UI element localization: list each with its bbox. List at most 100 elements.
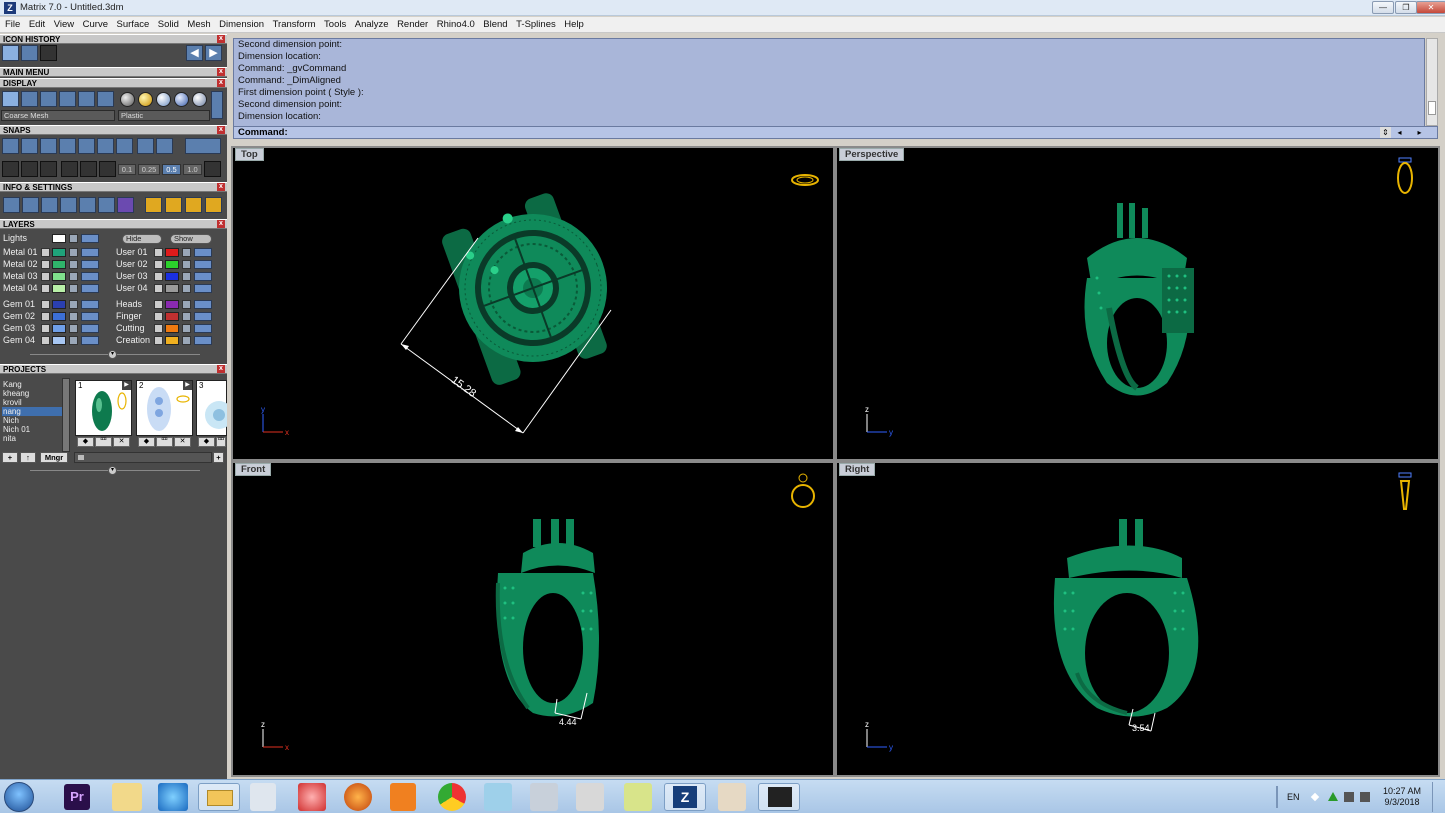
thumb-delete-icon[interactable]: ✕ [113, 437, 130, 447]
snap-tool-d-icon[interactable] [61, 161, 78, 177]
action-center-icon[interactable] [1328, 792, 1338, 801]
settings-wrench-icon[interactable] [22, 197, 39, 213]
lock-icon[interactable] [182, 336, 191, 345]
zoom-in-button[interactable]: + [213, 452, 224, 463]
menu-curve[interactable]: Curve [80, 17, 111, 32]
thumb-edit-icon[interactable]: 罒 [95, 437, 112, 447]
settings-box-icon[interactable] [60, 197, 77, 213]
menu-render[interactable]: Render [394, 17, 431, 32]
language-indicator[interactable]: EN [1287, 792, 1300, 802]
project-list-item[interactable]: Nich 01 [2, 425, 68, 434]
snap-ortho-icon[interactable] [185, 138, 221, 154]
layer-visibility-toggle[interactable] [81, 272, 99, 281]
snap-end-icon[interactable] [40, 138, 57, 154]
snap-step-3[interactable]: 1.0 [183, 164, 202, 175]
menu-mesh[interactable]: Mesh [184, 17, 213, 32]
menu-help[interactable]: Help [561, 17, 587, 32]
display-more-icon[interactable] [211, 91, 223, 119]
matrix-render-icon[interactable] [758, 783, 800, 811]
material-select[interactable]: Plastic [118, 110, 210, 121]
notepad-icon[interactable] [484, 783, 512, 811]
info-tool-2-icon[interactable] [165, 197, 182, 213]
layer-row[interactable]: User 03 [113, 271, 221, 282]
spinner-icon[interactable]: ⇕ [1380, 127, 1391, 138]
orientation-ring-icon[interactable] [1397, 157, 1413, 194]
menu-tsplines[interactable]: T-Splines [513, 17, 559, 32]
layer-visibility-toggle[interactable] [81, 336, 99, 345]
layer-visibility-toggle[interactable] [194, 300, 212, 309]
layer-visibility-toggle[interactable] [81, 312, 99, 321]
thumb-add-icon[interactable]: ◆ [198, 437, 215, 447]
scroll-right-icon[interactable]: ▸ [1414, 127, 1425, 138]
menu-surface[interactable]: Surface [114, 17, 153, 32]
orientation-ring-icon[interactable] [791, 473, 815, 508]
snap-tool-a-icon[interactable] [2, 161, 19, 177]
history-tool-3[interactable] [40, 45, 57, 61]
notes-icon[interactable] [624, 783, 652, 811]
layer-row[interactable]: Gem 04 [0, 335, 108, 346]
material-sphere-3[interactable] [156, 92, 171, 107]
viewport-label[interactable]: Right [839, 463, 876, 476]
project-slider[interactable] [74, 452, 212, 463]
settings-doc-icon[interactable] [79, 197, 96, 213]
icon-history-header[interactable]: ICON HISTORY x [0, 34, 227, 44]
projects-header[interactable]: PROJECTS x [0, 364, 227, 374]
history-forward-icon[interactable]: ▶ [205, 45, 222, 61]
snap-step-2[interactable]: 0.5 [162, 164, 181, 175]
snap-tool-c-icon[interactable] [40, 161, 57, 177]
thumb-add-icon[interactable]: ◆ [77, 437, 94, 447]
lock-icon[interactable] [69, 300, 78, 309]
layer-row[interactable]: Metal 03 [0, 271, 108, 282]
display-shaded-icon[interactable] [40, 91, 57, 107]
manager-button[interactable]: Mngr [40, 452, 68, 463]
layer-visibility-toggle[interactable] [81, 284, 99, 293]
media-player-icon[interactable] [390, 783, 416, 811]
layer-color-swatch[interactable] [52, 324, 66, 333]
layer-color-swatch[interactable] [165, 312, 179, 321]
layer-row[interactable]: Gem 03 [0, 323, 108, 334]
folder-libraries-icon[interactable] [112, 783, 142, 811]
info-tool-4-icon[interactable] [205, 197, 222, 213]
layer-visibility-toggle[interactable] [194, 312, 212, 321]
internet-explorer-icon[interactable] [158, 783, 188, 811]
lock-icon[interactable] [69, 336, 78, 345]
main-menu-header[interactable]: MAIN MENU x [0, 67, 227, 77]
layer-visibility-toggle[interactable] [194, 248, 212, 257]
file-explorer-icon[interactable] [198, 783, 240, 811]
layer-visibility-toggle[interactable] [194, 284, 212, 293]
system-clock[interactable]: 10:27 AM 9/3/2018 [1378, 786, 1426, 808]
snap-near-icon[interactable] [156, 138, 173, 154]
slider-thumb[interactable] [78, 455, 84, 460]
add-project-button[interactable]: + [2, 452, 18, 463]
lock-icon[interactable] [69, 272, 78, 281]
display-grid-icon[interactable] [97, 91, 114, 107]
zbrush-icon[interactable] [576, 783, 604, 811]
layer-color-swatch[interactable] [165, 284, 179, 293]
close-button[interactable]: ✕ [1416, 1, 1445, 14]
close-icon[interactable]: x [217, 365, 225, 373]
move-up-button[interactable]: ↑ [20, 452, 36, 463]
close-icon[interactable]: x [217, 68, 225, 76]
orientation-ring-icon[interactable] [791, 174, 819, 186]
layer-color-swatch[interactable] [52, 248, 66, 257]
viewport-front[interactable]: 4.44 z x Front [231, 461, 835, 777]
layer-visibility-toggle[interactable] [81, 248, 99, 257]
layer-color-swatch[interactable] [165, 336, 179, 345]
history-tool-1[interactable] [2, 45, 19, 61]
orientation-ring-icon[interactable] [1398, 472, 1412, 510]
settings-cube-icon[interactable] [98, 197, 115, 213]
display-env-icon[interactable] [78, 91, 95, 107]
lock-icon[interactable] [69, 324, 78, 333]
info-tool-3-icon[interactable] [185, 197, 202, 213]
viewport-right[interactable]: 3.54 z y Right [835, 461, 1440, 777]
project-list[interactable]: Kang kheang krovil nang Nich Nich 01 nita [2, 380, 68, 450]
thumb-delete-icon[interactable]: ✕ [174, 437, 191, 447]
collapse-icon[interactable]: ▾ [108, 350, 117, 359]
layer-row[interactable]: User 02 [113, 259, 221, 270]
layer-visibility-toggle[interactable] [194, 324, 212, 333]
layer-row[interactable]: Metal 01 [0, 247, 108, 258]
lock-icon[interactable] [69, 284, 78, 293]
display-header[interactable]: DISPLAY x [0, 78, 227, 88]
display-smooth-icon[interactable] [59, 91, 76, 107]
show-toggle[interactable]: Show [170, 234, 212, 244]
